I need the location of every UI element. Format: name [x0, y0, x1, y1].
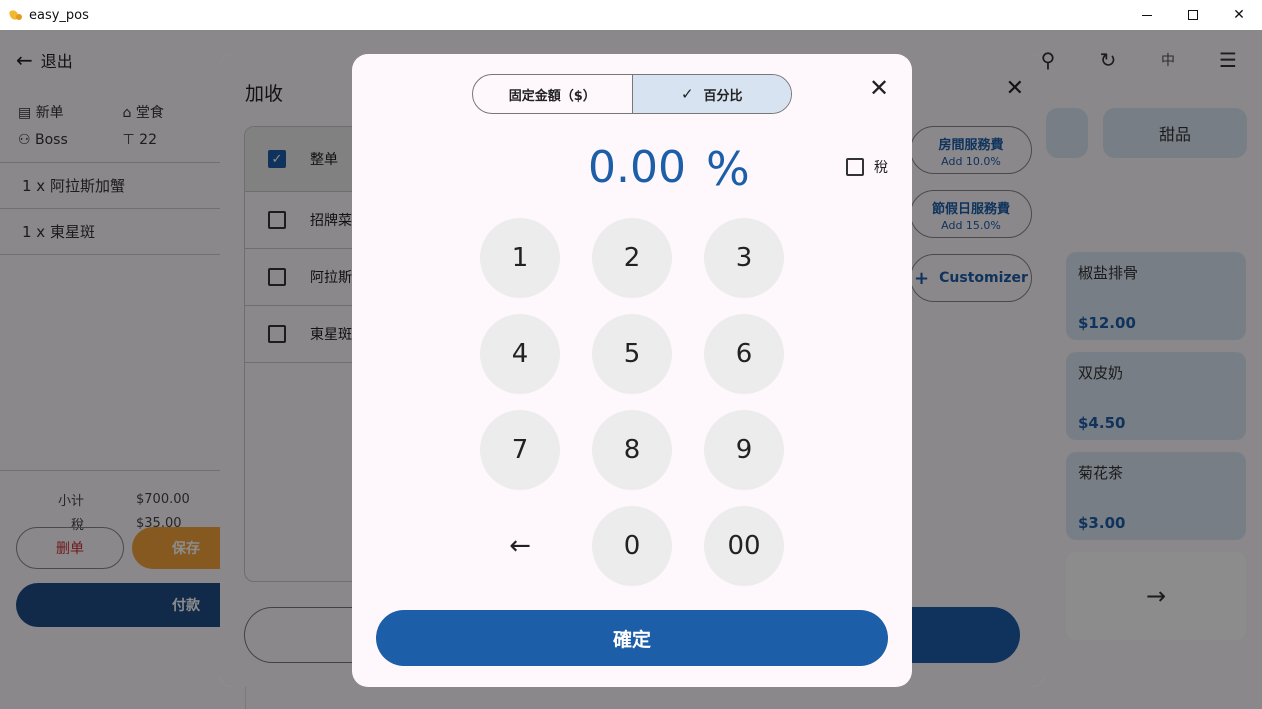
mode-percentage[interactable]: ✓ 百分比 — [631, 75, 791, 113]
mode-segmented-control: 固定金額（$） ✓ 百分比 — [472, 74, 792, 114]
key-3[interactable]: 3 — [704, 218, 784, 298]
amount-display: 0.00 — [588, 142, 686, 193]
keypad-close-button[interactable]: ✕ — [869, 74, 889, 102]
key-5[interactable]: 5 — [592, 314, 672, 394]
key-7[interactable]: 7 — [480, 410, 560, 490]
minimize-button[interactable] — [1124, 0, 1170, 30]
minimize-icon — [1142, 14, 1152, 16]
close-window-button[interactable]: ✕ — [1216, 0, 1262, 30]
key-6[interactable]: 6 — [704, 314, 784, 394]
maximize-icon — [1188, 10, 1198, 20]
key-1[interactable]: 1 — [480, 218, 560, 298]
amount-keypad-dialog: 固定金額（$） ✓ 百分比 ✕ 0.00 % 稅 1 2 3 4 5 6 7 8… — [352, 54, 912, 687]
key-9[interactable]: 9 — [704, 410, 784, 490]
tax-checkbox[interactable] — [846, 158, 864, 176]
amount-unit: % — [706, 142, 750, 196]
key-00[interactable]: 00 — [704, 506, 784, 586]
close-icon: ✕ — [869, 74, 890, 102]
tax-label: 稅 — [874, 160, 888, 176]
backspace-button[interactable]: ← — [480, 506, 560, 586]
window-title: easy_pos — [29, 7, 89, 23]
app-logo-icon — [9, 8, 23, 22]
arrow-left-icon: ← — [509, 531, 531, 561]
key-2[interactable]: 2 — [592, 218, 672, 298]
mode-percentage-label: 百分比 — [703, 88, 743, 104]
key-4[interactable]: 4 — [480, 314, 560, 394]
confirm-button[interactable]: 確定 — [376, 610, 888, 666]
key-8[interactable]: 8 — [592, 410, 672, 490]
mode-fixed-amount[interactable]: 固定金額（$） — [473, 75, 632, 113]
check-icon: ✓ — [680, 85, 694, 103]
maximize-button[interactable] — [1170, 0, 1216, 30]
key-0[interactable]: 0 — [592, 506, 672, 586]
window-titlebar: easy_pos ✕ — [0, 0, 1262, 30]
close-icon: ✕ — [1233, 7, 1245, 23]
tax-toggle[interactable]: 稅 — [846, 157, 888, 177]
